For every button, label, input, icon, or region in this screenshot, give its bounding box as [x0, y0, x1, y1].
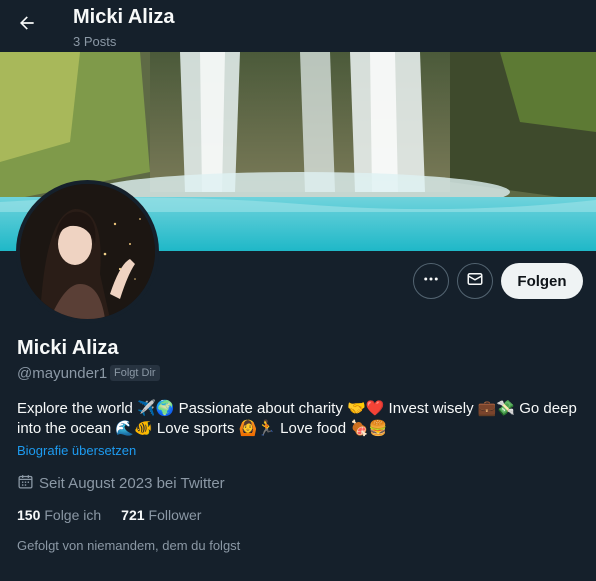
join-date-text: Seit August 2023 bei Twitter	[39, 475, 225, 492]
posts-count: 3 Posts	[73, 34, 117, 49]
arrow-left-icon	[17, 13, 37, 38]
followers-link[interactable]: 721 Follower	[121, 507, 201, 523]
profile-handle: @mayunder1	[17, 365, 108, 382]
follow-button[interactable]: Folgen	[501, 263, 583, 299]
header-title: Micki Aliza	[73, 6, 175, 28]
profile-avatar[interactable]	[16, 180, 159, 323]
follows-you-badge: Folgt Dir	[110, 365, 160, 381]
following-link[interactable]: 150 Folge ich	[17, 507, 101, 523]
join-date: Seit August 2023 bei Twitter	[17, 473, 225, 494]
more-options-button[interactable]	[413, 263, 449, 299]
avatar-image	[20, 184, 155, 319]
following-label: Folge ich	[44, 507, 102, 523]
profile-name: Micki Aliza	[17, 337, 119, 359]
followed-by-text: Gefolgt von niemandem, dem du folgst	[17, 538, 241, 553]
envelope-icon	[466, 270, 484, 293]
followers-count: 721	[121, 507, 145, 523]
following-count: 150	[17, 507, 41, 523]
profile-bio: Explore the world ✈️🌍 Passionate about c…	[17, 400, 577, 437]
message-button[interactable]	[457, 263, 493, 299]
translate-bio-link[interactable]: Biografie übersetzen	[17, 443, 136, 458]
calendar-icon	[17, 473, 39, 494]
more-horizontal-icon	[422, 270, 440, 293]
top-bar: Micki Aliza 3 Posts	[0, 0, 596, 52]
followers-label: Follower	[148, 507, 202, 523]
follow-stats: 150 Folge ich 721 Follower	[17, 507, 201, 523]
back-button[interactable]	[10, 8, 44, 42]
